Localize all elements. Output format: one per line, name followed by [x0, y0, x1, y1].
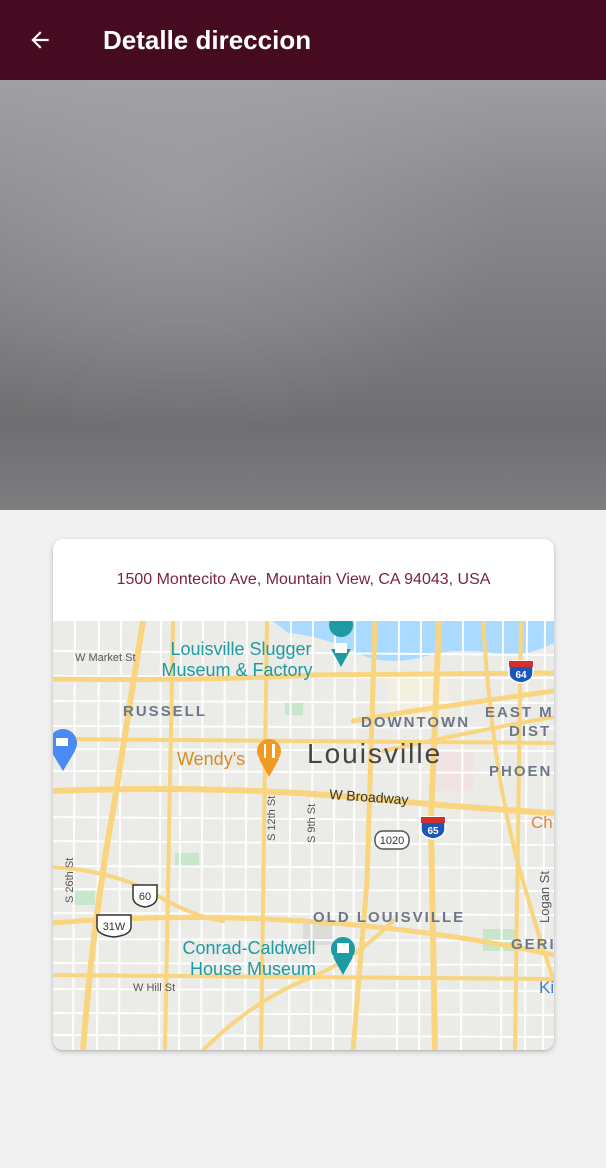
- neighborhood-dist: DIST: [509, 723, 551, 740]
- street-logan: Logan St: [537, 871, 552, 923]
- shield-64-label: 64: [515, 670, 527, 681]
- poi-slugger-line1: Louisville Slugger: [170, 639, 311, 659]
- neighborhood-geri: GERI: [511, 936, 554, 953]
- neighborhood-old-louisville: OLD LOUISVILLE: [313, 909, 465, 926]
- address-card: 1500 Montecito Ave, Mountain View, CA 94…: [53, 539, 554, 1050]
- map-view[interactable]: Louisville Slugger Museum & Factory Wend…: [53, 621, 554, 1050]
- street-s-12th: S 12th St: [266, 796, 278, 841]
- neighborhood-east: EAST M: [485, 704, 554, 721]
- poi-conrad-line1: Conrad-Caldwell: [182, 938, 315, 958]
- map-canvas: Louisville Slugger Museum & Factory Wend…: [53, 621, 554, 1050]
- neighborhood-phoenix: PHOEN: [489, 763, 552, 780]
- shield-60-label: 60: [139, 891, 151, 903]
- interstate-65-shield: 65: [420, 816, 446, 840]
- edge-label-ch: Ch: [531, 813, 553, 832]
- street-w-market: W Market St: [75, 652, 136, 664]
- edge-label-ki: Ki: [539, 978, 554, 997]
- interstate-64-shield: 64: [508, 660, 534, 684]
- map-city-label: Louisville: [307, 738, 442, 769]
- street-w-hill: W Hill St: [133, 982, 175, 994]
- page-title: Detalle direccion: [103, 24, 312, 55]
- shield-1020-label: 1020: [380, 835, 404, 847]
- shield-65-label: 65: [427, 826, 439, 837]
- street-s-9th: S 9th St: [306, 804, 318, 843]
- street-s-26th: S 26th St: [64, 858, 76, 903]
- poi-wendys-label: Wendy's: [177, 749, 245, 769]
- back-button[interactable]: [0, 0, 80, 80]
- poi-slugger-line2: Museum & Factory: [161, 660, 312, 680]
- us-31w-shield: 31W: [96, 914, 132, 938]
- poi-conrad-line2: House Museum: [190, 959, 316, 979]
- shield-31w-label: 31W: [103, 921, 126, 933]
- route-1020-shield: 1020: [374, 830, 410, 850]
- app-bar: Detalle direccion: [0, 0, 606, 80]
- neighborhood-russell: RUSSELL: [123, 703, 207, 720]
- us-60-shield: 60: [132, 884, 158, 908]
- address-text: 1500 Montecito Ave, Mountain View, CA 94…: [116, 571, 491, 588]
- address-photo: [0, 80, 606, 510]
- neighborhood-downtown: DOWNTOWN: [361, 714, 470, 731]
- arrow-left-icon: [31, 31, 49, 49]
